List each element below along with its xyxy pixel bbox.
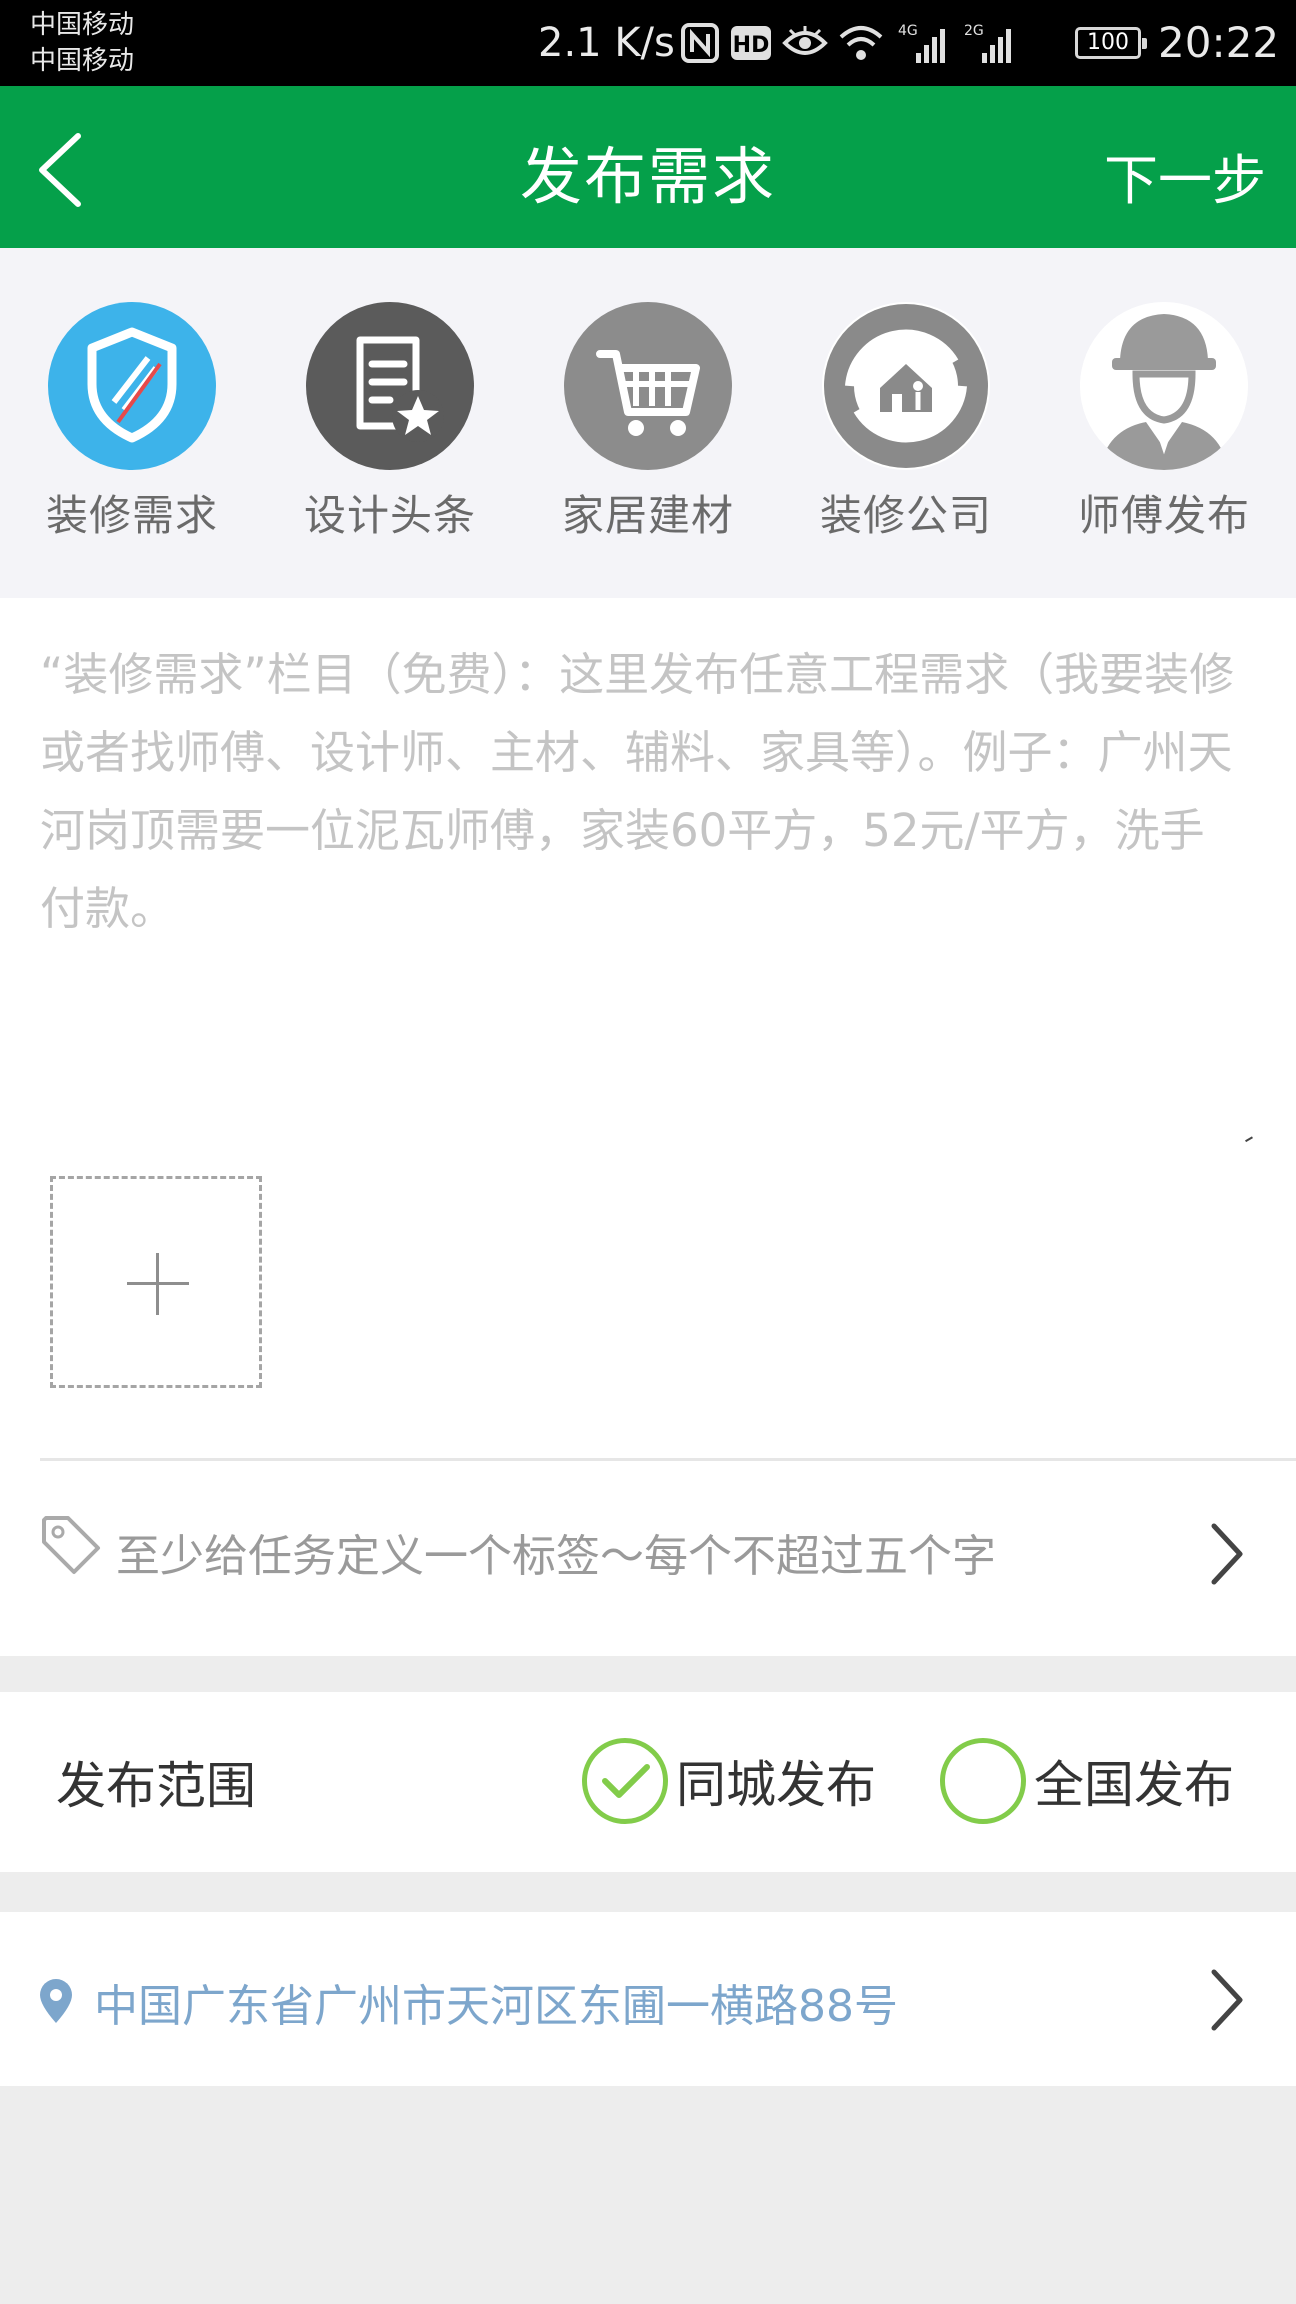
check-circle-icon [582, 1738, 668, 1824]
tag-placeholder: 至少给任务定义一个标签～每个不超过五个字 [116, 1531, 996, 1582]
nav-bar: 发布需求 下一步 [0, 86, 1296, 248]
shield-icon [48, 302, 216, 470]
radio-circle-icon [940, 1738, 1026, 1824]
category-label: 装修公司 [819, 491, 992, 540]
signal-4g-icon: 4G [898, 23, 945, 63]
location-pin-icon [40, 1979, 72, 2023]
publish-range-row: 发布范围 同城发布 全国发布 [0, 1692, 1296, 1872]
category-renovation-demand[interactable]: 装修需求 [22, 302, 242, 543]
description-placeholder[interactable]: “装修需求”栏目（免费）：这里发布任意工程需求（我要装修或者找师傅、设计师、主材… [40, 636, 1240, 948]
chevron-right-icon [1211, 1969, 1243, 2031]
svg-text:HD: HD [733, 33, 770, 58]
status-icons: HD 4G 2G [680, 18, 1016, 68]
option-label: 全国发布 [1034, 1756, 1234, 1814]
network-type-label: 4G [898, 23, 918, 39]
tag-icon [42, 1516, 100, 1574]
battery-icon: 100 [1075, 27, 1147, 59]
signal-2g-icon: 2G [964, 23, 1011, 63]
next-step-button[interactable]: 下一步 [1104, 136, 1266, 215]
category-home-materials[interactable]: 家居建材 [538, 302, 758, 543]
text-cursor-mark [1245, 1136, 1255, 1146]
category-design-headlines[interactable]: 设计头条 [280, 302, 500, 543]
status-time: 20:22 [1158, 18, 1280, 67]
option-same-city[interactable]: 同城发布 [582, 1736, 876, 1826]
divider [40, 1458, 1296, 1461]
category-label: 装修需求 [45, 491, 218, 540]
location-row[interactable]: 中国广东省广州市天河区东圃一横路88号 [0, 1912, 1296, 2086]
house-cycle-icon [822, 302, 990, 470]
nfc-icon [681, 23, 719, 63]
cart-icon [564, 302, 732, 470]
option-label: 同城发布 [676, 1756, 876, 1814]
chevron-right-icon [1211, 1523, 1243, 1585]
category-label: 师傅发布 [1077, 491, 1250, 540]
page-title: 发布需求 [519, 140, 776, 213]
add-image-button[interactable] [50, 1176, 262, 1388]
option-nationwide[interactable]: 全国发布 [940, 1736, 1234, 1826]
wifi-icon [839, 26, 883, 60]
category-label: 设计头条 [303, 491, 476, 540]
status-bar: 中国移动 中国移动 2.1 K/s HD 4G 2G 100 20:22 [0, 0, 1296, 86]
worker-icon [1080, 302, 1248, 470]
carrier-label: 中国移动 [30, 46, 135, 76]
eye-icon [782, 26, 828, 55]
content-editor[interactable]: “装修需求”栏目（免费）：这里发布任意工程需求（我要装修或者找师傅、设计师、主材… [0, 598, 1296, 1656]
category-label: 家居建材 [561, 491, 734, 540]
network-speed: 2.1 K/s [538, 20, 675, 66]
publish-range-label: 发布范围 [56, 1757, 256, 1815]
carrier-label: 中国移动 [30, 10, 135, 40]
hd-icon: HD [731, 26, 771, 60]
network-type-label: 2G [964, 23, 984, 39]
category-bar: 装修需求 设计头条 家居建材 装修公司 师傅发布 [0, 248, 1296, 598]
category-worker-post[interactable]: 师傅发布 [1054, 302, 1274, 543]
address-text: 中国广东省广州市天河区东圃一横路88号 [94, 1981, 898, 2032]
category-decoration-company[interactable]: 装修公司 [796, 302, 1016, 543]
article-star-icon [306, 302, 474, 470]
tag-input-row[interactable]: 至少给任务定义一个标签～每个不超过五个字 [0, 1462, 1296, 1656]
